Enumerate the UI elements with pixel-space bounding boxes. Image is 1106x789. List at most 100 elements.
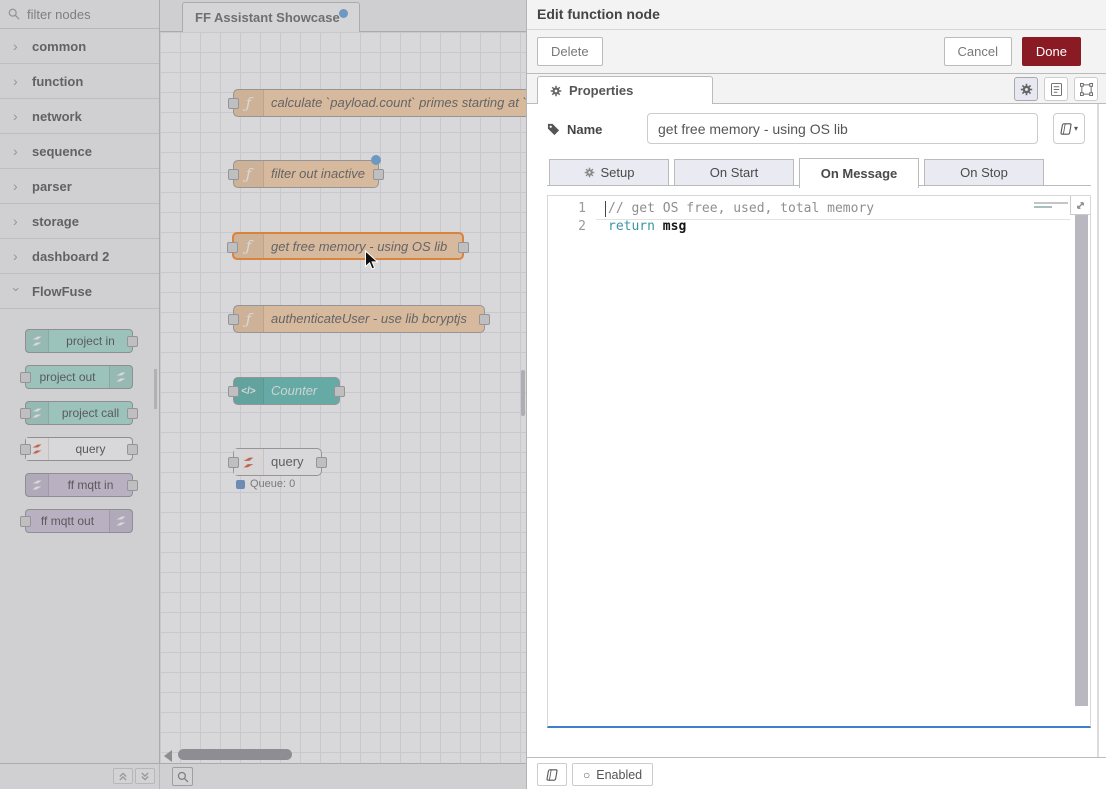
flow-node-query[interactable]: query: [233, 448, 322, 476]
palette-category-flowfuse[interactable]: ›FlowFuse: [0, 274, 159, 309]
palette-node-query[interactable]: query: [25, 437, 133, 461]
tab-label: On Stop: [960, 160, 1008, 185]
function-tab-bar: Setup On Start On Message On Stop: [547, 156, 1091, 186]
tab-on-message[interactable]: On Message: [799, 158, 919, 188]
hscroll-left-arrow[interactable]: [164, 750, 172, 762]
category-label: storage: [32, 214, 79, 229]
tray-scrollbar-track[interactable]: [1097, 104, 1099, 757]
chevron-right-icon: ›: [13, 143, 21, 159]
node-input-port[interactable]: [228, 386, 239, 397]
palette-node-project-call[interactable]: project call: [25, 401, 133, 425]
book-icon: [545, 769, 559, 781]
palette-scrollbar-thumb[interactable]: [154, 369, 157, 409]
palette-collapse-all-button[interactable]: [113, 768, 133, 784]
flow-node-counter[interactable]: </> Counter: [233, 377, 340, 405]
node-output-port[interactable]: [479, 314, 490, 325]
chevron-right-icon: ›: [13, 213, 21, 229]
category-label: parser: [32, 179, 72, 194]
palette-category-function[interactable]: ›function: [0, 64, 159, 99]
tray-tab-bar: Properties: [527, 74, 1106, 104]
workspace-tab-bar: FF Assistant Showcase: [160, 0, 526, 32]
flow-node-filter-out-inactive[interactable]: ƒ filter out inactive: [233, 160, 379, 188]
workspace-tab[interactable]: FF Assistant Showcase: [182, 2, 360, 32]
palette-node-label: project in: [49, 330, 132, 352]
node-input-port[interactable]: [228, 457, 239, 468]
palette-category-storage[interactable]: › storage: [0, 204, 159, 239]
palette-node-ff-mqtt-out[interactable]: ff mqtt out: [25, 509, 133, 533]
node-output-port[interactable]: [458, 242, 469, 253]
category-label: network: [32, 109, 82, 124]
cancel-button[interactable]: Cancel: [944, 37, 1012, 66]
appearance-view-button[interactable]: [1074, 77, 1098, 101]
description-view-button[interactable]: [1044, 77, 1068, 101]
node-input-port[interactable]: [228, 98, 239, 109]
code-editor[interactable]: 1 2 // get OS free, used, total memory r…: [547, 195, 1091, 728]
palette-node-project-in[interactable]: project in: [25, 329, 133, 353]
node-output-port[interactable]: [373, 169, 384, 180]
tab-modified-dot: [339, 9, 348, 18]
delete-button[interactable]: Delete: [537, 37, 603, 66]
canvas-grid[interactable]: [160, 32, 526, 763]
canvas-zoom-button[interactable]: [172, 767, 193, 786]
node-port: [20, 372, 31, 383]
node-palette: ›common ›function ›network ›sequence ›pa…: [0, 0, 160, 763]
hscrollbar-thumb[interactable]: [178, 749, 292, 760]
expand-icon: [1075, 200, 1086, 211]
node-input-port[interactable]: [228, 314, 239, 325]
canvas-scrollbar-thumb[interactable]: [521, 370, 525, 416]
tab-setup[interactable]: Setup: [549, 159, 669, 186]
flow-node-get-free-memory[interactable]: ƒ get free memory - using OS lib: [232, 232, 464, 260]
palette-category-parser[interactable]: ›parser: [0, 169, 159, 204]
double-chevron-up-icon: [118, 772, 128, 781]
workspace-region: ›common ›function ›network ›sequence ›pa…: [0, 0, 526, 789]
gear-icon: [584, 167, 595, 178]
book-icon: [1059, 123, 1073, 135]
flow-node-authenticate-user[interactable]: ƒ authenticateUser - use lib bcryptjs: [233, 305, 485, 333]
node-output-port[interactable]: [316, 457, 327, 468]
status-dot-icon: [236, 480, 245, 489]
palette-category-common[interactable]: ›common: [0, 29, 159, 64]
expand-editor-button[interactable]: [1070, 196, 1090, 215]
node-input-port[interactable]: [228, 169, 239, 180]
tab-label: On Start: [710, 160, 758, 185]
flow-node-calculate-primes[interactable]: ƒ calculate `payload.count` primes start…: [233, 89, 526, 117]
enabled-toggle-button[interactable]: ○ Enabled: [572, 763, 653, 786]
node-port: [127, 444, 138, 455]
palette-expand-all-button[interactable]: [135, 768, 155, 784]
node-label: calculate `payload.count` primes startin…: [271, 90, 526, 116]
name-input[interactable]: [647, 113, 1038, 144]
workspace-footer: [0, 763, 526, 789]
palette-category-network[interactable]: ›network: [0, 99, 159, 134]
node-label: authenticateUser - use lib bcryptjs: [271, 306, 476, 332]
node-port: [127, 408, 138, 419]
gear-icon: [1020, 83, 1033, 96]
tab-on-start[interactable]: On Start: [674, 159, 794, 186]
node-port: [127, 336, 138, 347]
node-label: filter out inactive: [271, 161, 370, 187]
properties-view-button[interactable]: [1014, 77, 1038, 101]
tray-toolbar: Delete Cancel Done: [527, 30, 1106, 74]
filter-nodes-input[interactable]: [0, 0, 159, 28]
category-label: dashboard 2: [32, 249, 109, 264]
node-input-port[interactable]: [227, 242, 238, 253]
done-button[interactable]: Done: [1022, 37, 1081, 66]
library-button[interactable]: ▾: [1053, 113, 1085, 144]
node-modified-dot: [371, 155, 381, 165]
library-footer-button[interactable]: [537, 763, 567, 786]
palette-node-label: project out: [26, 366, 109, 388]
palette-category-sequence[interactable]: ›sequence: [0, 134, 159, 169]
editor-scrollbar-thumb[interactable]: [1075, 215, 1088, 706]
palette-node-ff-mqtt-in[interactable]: ff mqtt in: [25, 473, 133, 497]
node-output-port[interactable]: [334, 386, 345, 397]
palette-category-dashboard2[interactable]: ›dashboard 2: [0, 239, 159, 274]
tab-properties[interactable]: Properties: [537, 76, 713, 104]
tab-on-stop[interactable]: On Stop: [924, 159, 1044, 186]
node-label: Counter: [271, 378, 331, 404]
status-text: Queue: 0: [250, 478, 295, 490]
node-port: [20, 516, 31, 527]
flow-canvas[interactable]: FF Assistant Showcase ƒ calculate `paylo…: [160, 0, 526, 763]
name-label-text: Name: [567, 122, 602, 137]
palette-node-project-out[interactable]: project out: [25, 365, 133, 389]
node-label: query: [271, 449, 313, 475]
tray-title: Edit function node: [527, 0, 1106, 30]
